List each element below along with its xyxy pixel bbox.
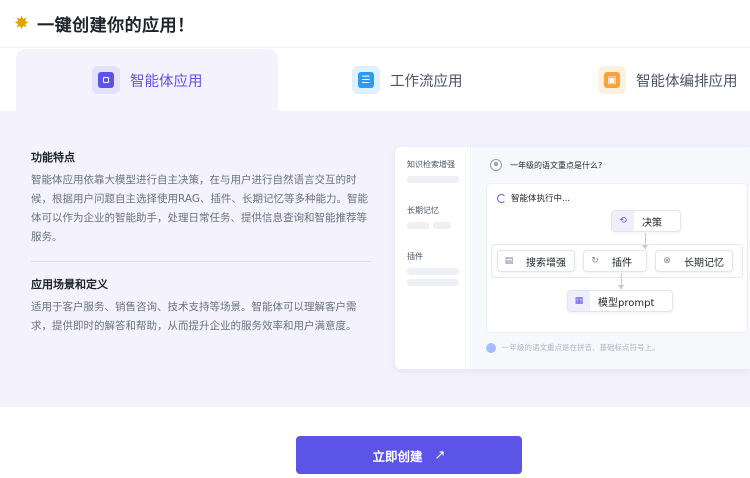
node-model-prompt: ▦ 模型prompt (567, 290, 673, 312)
execution-status: 智能体执行中... (497, 192, 570, 204)
sidebar-item-knowledge: 知识检索增强 (407, 160, 455, 169)
page-title: 一键创建你的应用！ (37, 16, 195, 36)
status-text: 智能体执行中... (511, 194, 571, 204)
scenarios-body: 适用于客户服务、销售咨询、技术支持等场景。智能体可以理解客户需求，提供即时的解答… (31, 301, 357, 332)
node-label: 插件 (612, 257, 632, 269)
question-text: 一年级的语文重点是什么? (510, 160, 603, 170)
search-enhance-icon: ▤ (504, 256, 514, 266)
plugin-icon: ↻ (591, 256, 599, 266)
connector-arrow (618, 285, 624, 289)
node-memory: ⊗ 长期记忆 (655, 250, 733, 272)
execution-panel: 智能体执行中... ⟲ 决策 ▤ 搜索增强 ↻ 插件 ⊗ 长期记忆 ▦ 模型pr… (486, 183, 748, 333)
sparkle-icon: ✸ (14, 12, 30, 34)
app-type-tabs: 智能体应用 ☰ 工作流应用 ▣ 智能体编排应用 (0, 49, 750, 111)
user-question: 一年级的语文重点是什么? (490, 159, 602, 171)
node-plugin: ↻ 插件 (583, 250, 647, 272)
tab-agent-app[interactable]: 智能体应用 (16, 49, 278, 111)
page-header: ✸ 一键创建你的应用！ (0, 0, 750, 48)
node-label: 搜索增强 (526, 257, 566, 269)
preview-chat: 一年级的语文重点是什么? 智能体执行中... ⟲ 决策 ▤ 搜索增强 ↻ 插件 … (472, 147, 750, 369)
agent-app-icon (92, 66, 120, 94)
tab-content-panel: 功能特点 智能体应用依靠大模型进行自主决策，在与用户进行自然语言交互的时候，根据… (0, 111, 750, 407)
placeholder-bars (407, 222, 470, 229)
agent-preview-card: 知识检索增强 长期记忆 插件 一年级的语文重点是什么? 智能体执行中... ⟲ … (395, 147, 750, 369)
node-label: 模型prompt (598, 297, 655, 309)
placeholder-bar (407, 268, 459, 275)
node-label: 长期记忆 (684, 257, 724, 269)
assistant-logo-icon (486, 342, 496, 353)
tab-label: 智能体编排应用 (636, 73, 738, 90)
page: ✸ 一键创建你的应用！ 智能体应用 ☰ 工作流应用 ▣ 智能体编排应用 功能特点… (0, 0, 750, 478)
decision-icon: ⟲ (612, 211, 634, 231)
node-search: ▤ 搜索增强 (497, 250, 575, 272)
workflow-app-icon: ☰ (352, 66, 380, 94)
tab-label: 工作流应用 (390, 73, 463, 90)
memory-icon: ⊗ (663, 256, 671, 266)
placeholder-bar (407, 176, 459, 183)
placeholder-bar (407, 279, 459, 286)
arrow-up-right-icon: ↗ (434, 447, 446, 463)
preview-sidebar: 知识检索增强 长期记忆 插件 (395, 147, 471, 369)
scenarios-title: 应用场景和定义 (31, 278, 108, 291)
sidebar-item-memory: 长期记忆 (407, 206, 439, 215)
tab-agent-orchestration-app[interactable]: ▣ 智能体编排应用 (598, 49, 750, 111)
create-now-button[interactable]: 立即创建 ↗ (296, 436, 522, 474)
features-title: 功能特点 (31, 151, 75, 164)
tab-label: 智能体应用 (130, 73, 203, 90)
sidebar-item-plugin: 插件 (407, 252, 423, 261)
agent-orchestration-icon: ▣ (598, 66, 626, 94)
user-icon (490, 159, 502, 171)
answer-preview: 一年级的语文重点是在拼音、基础标点符号上。 (486, 342, 660, 353)
features-body: 智能体应用依靠大模型进行自主决策，在与用户进行自然语言交互的时候，根据用户问题自… (31, 174, 369, 243)
loading-icon (497, 193, 506, 203)
node-label: 决策 (642, 217, 662, 229)
divider (31, 261, 371, 262)
model-icon: ▦ (568, 291, 590, 311)
tab-workflow-app[interactable]: ☰ 工作流应用 (352, 49, 542, 111)
description: 功能特点 智能体应用依靠大模型进行自主决策，在与用户进行自然语言交互的时候，根据… (31, 149, 371, 336)
create-now-label: 立即创建 (372, 448, 423, 464)
answer-text: 一年级的语文重点是在拼音、基础标点符号上。 (502, 343, 660, 352)
node-decision: ⟲ 决策 (611, 210, 681, 232)
